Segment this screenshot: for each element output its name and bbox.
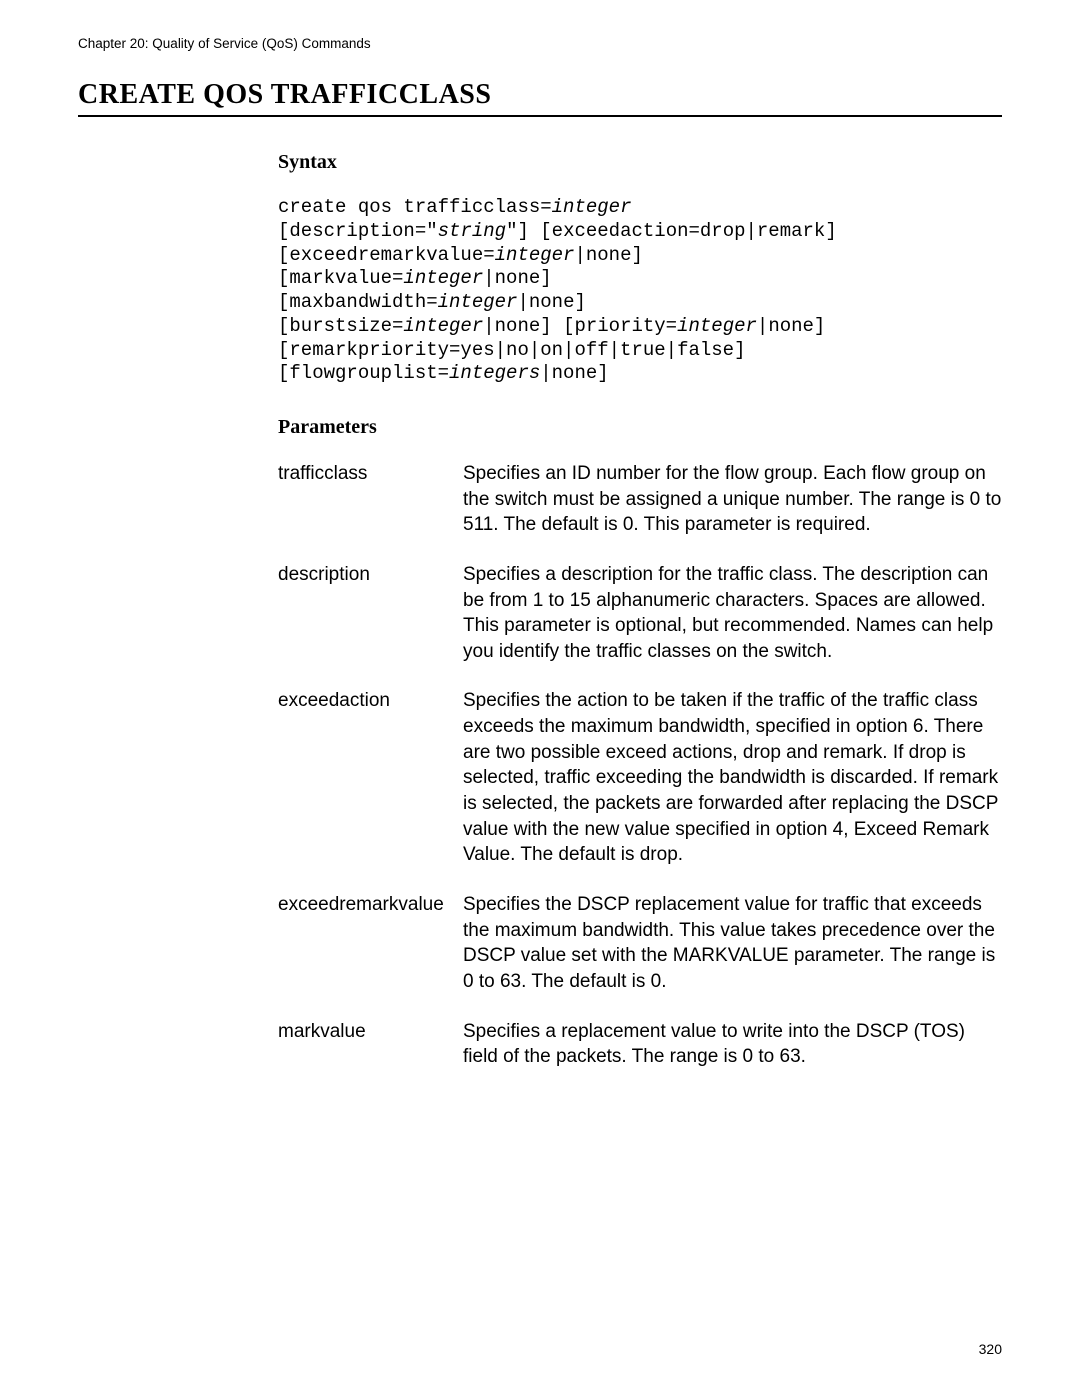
syntax-var: integer — [403, 267, 483, 289]
syntax-block: create qos trafficclass=integer [descrip… — [278, 196, 1002, 386]
syntax-text: [flowgrouplist= — [278, 362, 449, 384]
param-desc: Specifies an ID number for the flow grou… — [463, 461, 1002, 562]
param-desc: Specifies a description for the traffic … — [463, 562, 1002, 689]
parameters-table: trafficclass Specifies an ID number for … — [278, 461, 1002, 1094]
syntax-text: |none] — [574, 244, 642, 266]
syntax-text: "] [exceedaction=drop|remark] — [506, 220, 837, 242]
param-name: markvalue — [278, 1019, 463, 1094]
chapter-header: Chapter 20: Quality of Service (QoS) Com… — [78, 36, 1002, 51]
syntax-text: |none] — [757, 315, 825, 337]
param-name: trafficclass — [278, 461, 463, 562]
param-desc: Specifies the DSCP replacement value for… — [463, 892, 1002, 1019]
param-row: trafficclass Specifies an ID number for … — [278, 461, 1002, 562]
page-number: 320 — [979, 1341, 1002, 1357]
syntax-var: integer — [552, 196, 632, 218]
command-title: CREATE QOS TRAFFICCLASS — [78, 79, 1002, 117]
syntax-var: integer — [438, 291, 518, 313]
syntax-text: [burstsize= — [278, 315, 403, 337]
syntax-text: [exceedremarkvalue= — [278, 244, 495, 266]
param-row: description Specifies a description for … — [278, 562, 1002, 689]
param-desc: Specifies a replacement value to write i… — [463, 1019, 1002, 1094]
parameters-heading: Parameters — [278, 416, 1002, 439]
param-name: exceedaction — [278, 688, 463, 891]
syntax-heading: Syntax — [278, 151, 1002, 174]
syntax-text: [remarkpriority=yes|no|on|off|true|false… — [278, 339, 745, 361]
param-row: exceedremarkvalue Specifies the DSCP rep… — [278, 892, 1002, 1019]
syntax-var: integers — [449, 362, 540, 384]
syntax-var: integer — [677, 315, 757, 337]
document-page: Chapter 20: Quality of Service (QoS) Com… — [0, 0, 1080, 1124]
param-desc: Specifies the action to be taken if the … — [463, 688, 1002, 891]
syntax-text: |none] [priority= — [483, 315, 677, 337]
syntax-var: integer — [495, 244, 575, 266]
syntax-text: [description=" — [278, 220, 438, 242]
syntax-text: create qos trafficclass= — [278, 196, 552, 218]
syntax-text: [markvalue= — [278, 267, 403, 289]
syntax-var: integer — [403, 315, 483, 337]
syntax-text: |none] — [517, 291, 585, 313]
syntax-text: |none] — [483, 267, 551, 289]
syntax-var: string — [438, 220, 506, 242]
param-name: description — [278, 562, 463, 689]
param-row: markvalue Specifies a replacement value … — [278, 1019, 1002, 1094]
param-row: exceedaction Specifies the action to be … — [278, 688, 1002, 891]
syntax-text: [maxbandwidth= — [278, 291, 438, 313]
param-name: exceedremarkvalue — [278, 892, 463, 1019]
content-body: Syntax create qos trafficclass=integer [… — [278, 151, 1002, 1094]
syntax-text: |none] — [540, 362, 608, 384]
